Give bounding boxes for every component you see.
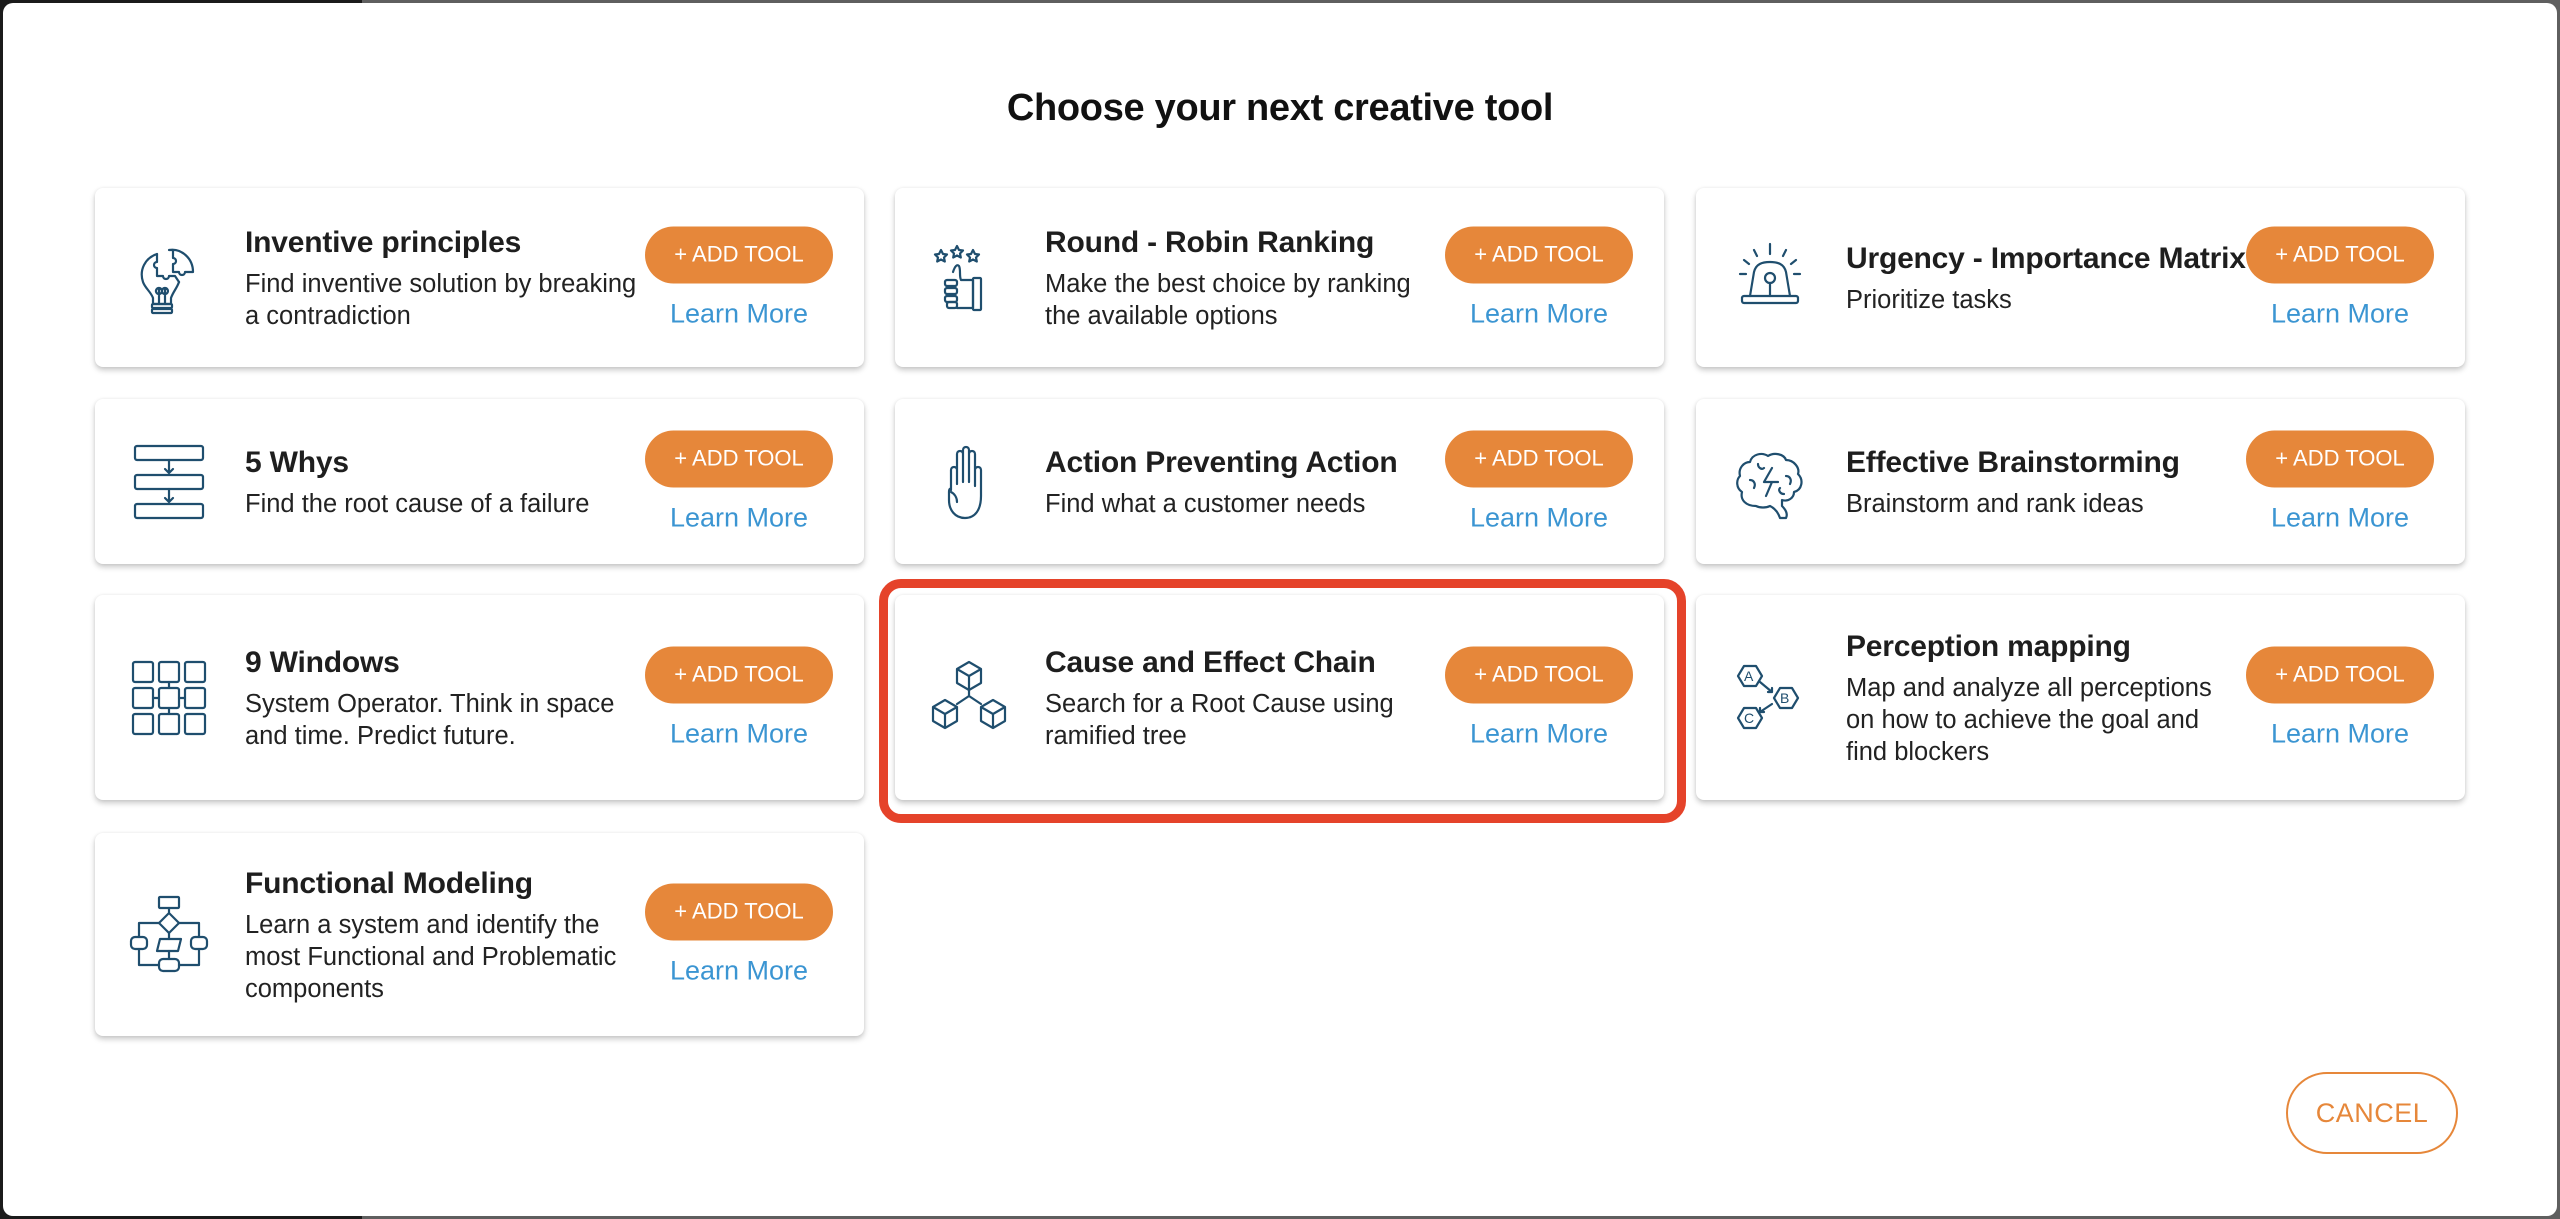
tool-title: 5 Whys xyxy=(245,445,349,479)
tool-card-inventive-principles: Inventive principles Find inventive solu… xyxy=(95,188,864,367)
add-tool-button[interactable]: + ADD TOOL xyxy=(645,646,833,703)
brain-lightning-icon xyxy=(1728,440,1812,524)
tool-description: System Operator. Think in space and time… xyxy=(245,689,615,750)
tool-description: Search for a Root Cause using ramified t… xyxy=(1045,689,1394,750)
cubes-tree-icon xyxy=(927,656,1011,740)
learn-more-link[interactable]: Learn More xyxy=(2271,501,2409,533)
tool-card-cause-and-effect-chain: Cause and Effect Chain Search for a Root… xyxy=(895,595,1664,800)
tool-description: Make the best choice by ranking the avai… xyxy=(1045,269,1411,330)
add-tool-button[interactable]: + ADD TOOL xyxy=(645,226,833,283)
tool-description: Find what a customer needs xyxy=(1045,489,1366,518)
icon-letter-c: C xyxy=(1744,710,1754,726)
thumbs-up-stars-icon xyxy=(927,236,1011,320)
tool-title: Round - Robin Ranking xyxy=(1045,225,1375,259)
add-tool-button[interactable]: + ADD TOOL xyxy=(645,883,833,940)
tool-title: Effective Brainstorming xyxy=(1846,445,2180,479)
siren-icon xyxy=(1728,236,1812,320)
add-tool-button[interactable]: + ADD TOOL xyxy=(2246,646,2434,703)
tool-title: Functional Modeling xyxy=(245,866,533,900)
tool-card-perception-mapping: A B C Perception mapping Map and analyze… xyxy=(1696,595,2465,800)
tool-description: Learn a system and identify the most Fun… xyxy=(245,910,617,1003)
tool-title: Perception mapping xyxy=(1846,629,2131,663)
add-tool-button[interactable]: + ADD TOOL xyxy=(2246,430,2434,487)
flowchart-icon xyxy=(127,893,211,977)
learn-more-link[interactable]: Learn More xyxy=(670,501,808,533)
learn-more-link[interactable]: Learn More xyxy=(2271,297,2409,329)
add-tool-button[interactable]: + ADD TOOL xyxy=(1445,646,1633,703)
icon-letter-b: B xyxy=(1780,690,1789,706)
learn-more-link[interactable]: Learn More xyxy=(2271,717,2409,749)
tool-card-functional-modeling: Functional Modeling Learn a system and i… xyxy=(95,833,864,1036)
tool-title: Action Preventing Action xyxy=(1045,445,1398,479)
tool-title: Inventive principles xyxy=(245,225,522,259)
nine-windows-grid-icon xyxy=(127,656,211,740)
hexagon-abc-icon: A B C xyxy=(1728,656,1812,740)
learn-more-link[interactable]: Learn More xyxy=(1470,717,1608,749)
add-tool-button[interactable]: + ADD TOOL xyxy=(2246,226,2434,283)
tool-description: Brainstorm and rank ideas xyxy=(1846,489,2144,518)
tool-card-5-whys: 5 Whys Find the root cause of a failure … xyxy=(95,399,864,564)
tool-title: Urgency - Importance Matrix xyxy=(1846,241,2246,275)
tool-card-round-robin-ranking: Round - Robin Ranking Make the best choi… xyxy=(895,188,1664,367)
lightbulb-puzzle-icon xyxy=(127,236,211,320)
tool-title: 9 Windows xyxy=(245,645,400,679)
add-tool-button[interactable]: + ADD TOOL xyxy=(645,430,833,487)
icon-letter-a: A xyxy=(1744,668,1754,684)
tool-description: Map and analyze all perceptions on how t… xyxy=(1846,673,2212,766)
learn-more-link[interactable]: Learn More xyxy=(670,297,808,329)
raised-hand-icon xyxy=(927,440,1011,524)
stacked-steps-icon xyxy=(127,440,211,524)
choose-tool-dialog: Choose your next creative tool Inventive… xyxy=(3,3,2557,1216)
tool-description: Prioritize tasks xyxy=(1846,285,2012,314)
tool-card-9-windows: 9 Windows System Operator. Think in spac… xyxy=(95,595,864,800)
learn-more-link[interactable]: Learn More xyxy=(670,954,808,986)
learn-more-link[interactable]: Learn More xyxy=(1470,501,1608,533)
cancel-button[interactable]: CANCEL xyxy=(2286,1072,2458,1154)
add-tool-button[interactable]: + ADD TOOL xyxy=(1445,226,1633,283)
tool-description: Find the root cause of a failure xyxy=(245,489,590,518)
tool-card-effective-brainstorming: Effective Brainstorming Brainstorm and r… xyxy=(1696,399,2465,564)
learn-more-link[interactable]: Learn More xyxy=(670,717,808,749)
learn-more-link[interactable]: Learn More xyxy=(1470,297,1608,329)
dialog-title: Choose your next creative tool xyxy=(1006,87,1554,129)
add-tool-button[interactable]: + ADD TOOL xyxy=(1445,430,1633,487)
tool-card-action-preventing-action: Action Preventing Action Find what a cus… xyxy=(895,399,1664,564)
tool-description: Find inventive solution by breaking a co… xyxy=(245,269,637,330)
tool-title: Cause and Effect Chain xyxy=(1045,645,1376,679)
tool-card-urgency-importance-matrix: Urgency - Importance Matrix Prioritize t… xyxy=(1696,188,2465,367)
